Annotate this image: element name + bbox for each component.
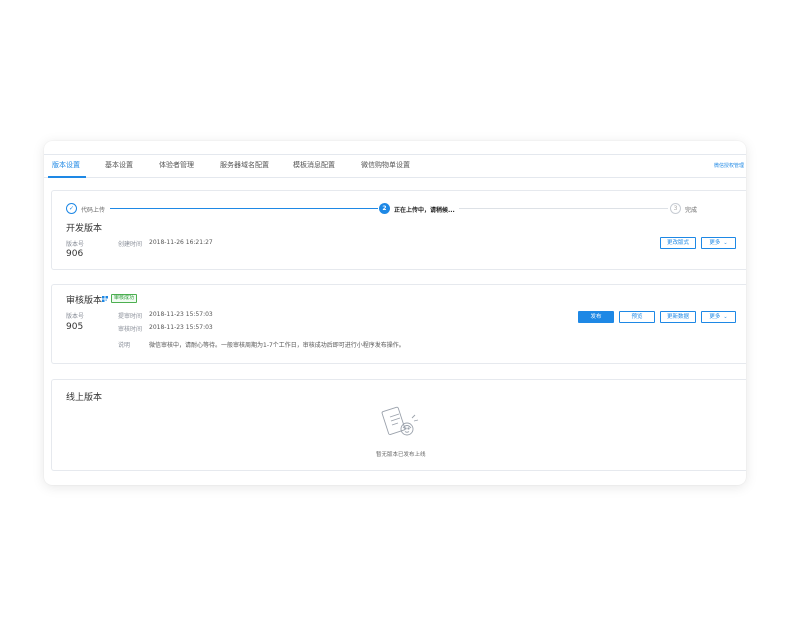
dev-created-value: 2018-11-26 16:21:27 [149,239,213,246]
review-version-number: 905 [66,322,84,332]
status-badge: 审核成功 [111,294,138,303]
preview-label: 预览 [631,314,643,320]
tab-version-settings[interactable]: 版本设置 [52,160,80,170]
change-layout-label: 更改版式 [666,240,689,246]
review-version-title: 审核版本 [66,296,103,306]
dev-version-title: 开发版本 [66,224,103,234]
tab-template-message[interactable]: 模板消息配置 [293,160,335,170]
active-tab-indicator [48,176,86,178]
progress-line-pending [459,208,668,209]
dev-version-number-label: 版本号 [66,241,85,248]
tab-bar: 版本设置 基本设置 体验者管理 服务器域名配置 模板消息配置 微信购物单设置 微… [44,154,746,178]
step-3-todo-icon: 3 [670,203,681,214]
dev-more-label: 更多 [709,240,721,246]
empty-state-text: 暂无版本已发布上线 [376,452,426,458]
online-version-title: 线上版本 [66,393,103,403]
audit-time-value: 2018-11-23 15:57:03 [149,324,213,331]
publish-label: 发布 [590,314,602,320]
review-version-number-label: 版本号 [66,313,85,320]
qrcode-icon[interactable] [102,296,108,302]
update-data-button[interactable]: 更新数据 [660,311,696,323]
dev-version-section: ✓ 代码上传 2 正在上传中，请稍候... 3 完成 开发版本 版本号 906 … [51,190,746,270]
chevron-down-icon: ⌄ [723,314,728,320]
online-version-section: 线上版本 暂无版本已发布上线 [51,379,746,471]
step-3-label: 完成 [685,207,698,214]
dev-created-label: 创建时间 [118,241,143,248]
preview-button[interactable]: 预览 [619,311,655,323]
update-data-label: 更新数据 [666,314,689,320]
note-label: 说明 [118,342,131,349]
change-layout-button[interactable]: 更改版式 [660,237,696,249]
submit-time-value: 2018-11-23 15:57:03 [149,311,213,318]
tab-basic-settings[interactable]: 基本设置 [105,160,133,170]
step-2-label: 正在上传中，请稍候... [394,207,455,214]
chevron-down-icon: ⌄ [723,240,728,246]
dev-more-button[interactable]: 更多 ⌄ [701,237,736,249]
step-1-label: 代码上传 [81,207,106,214]
wechat-authorization-link[interactable]: 微信授权管理 [714,162,744,169]
version-settings-panel: 版本设置 基本设置 体验者管理 服务器域名配置 模板消息配置 微信购物单设置 微… [44,141,746,485]
audit-time-label: 审核时间 [118,326,143,333]
step-2-current-icon: 2 [379,203,390,214]
empty-state-illustration-icon [381,406,419,436]
dev-version-number: 906 [66,249,84,259]
note-value: 微信审核中，请耐心等待。一般审核周期为1-7个工作日，审核成功后即可进行小程序发… [149,342,405,349]
tab-server-domain[interactable]: 服务器域名配置 [220,160,269,170]
step-1-done-icon: ✓ [66,203,77,214]
review-version-section: 审核版本 审核成功 版本号 905 提审时间 2018-11-23 15:57:… [51,284,746,364]
progress-line-complete [110,208,378,209]
submit-time-label: 提审时间 [118,313,143,320]
tab-tester-management[interactable]: 体验者管理 [159,160,194,170]
tab-wechat-shopping-list[interactable]: 微信购物单设置 [361,160,410,170]
review-more-label: 更多 [709,314,721,320]
publish-button[interactable]: 发布 [578,311,614,323]
review-more-button[interactable]: 更多 ⌄ [701,311,736,323]
